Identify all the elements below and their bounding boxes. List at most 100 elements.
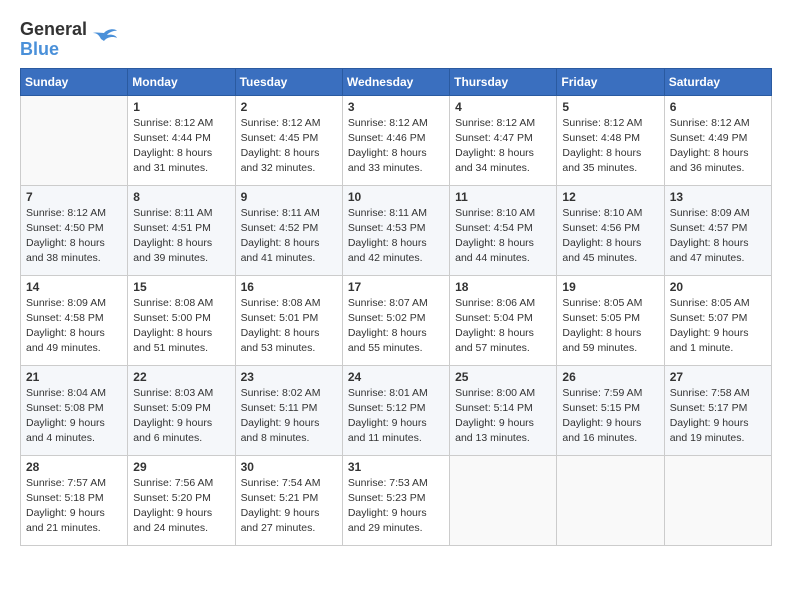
daylight-text-line2: and 38 minutes. [26,251,122,266]
sunrise-text: Sunrise: 8:01 AM [348,386,444,401]
daylight-text-line2: and 8 minutes. [241,431,337,446]
day-info: Sunrise: 8:11 AMSunset: 4:52 PMDaylight:… [241,206,337,267]
sunrise-text: Sunrise: 8:09 AM [670,206,766,221]
calendar-week-row: 28Sunrise: 7:57 AMSunset: 5:18 PMDayligh… [21,455,772,545]
sunrise-text: Sunrise: 7:56 AM [133,476,229,491]
sunset-text: Sunset: 4:50 PM [26,221,122,236]
sunset-text: Sunset: 5:18 PM [26,491,122,506]
sunrise-text: Sunrise: 8:12 AM [241,116,337,131]
daylight-text-line1: Daylight: 9 hours [348,416,444,431]
day-info: Sunrise: 8:12 AMSunset: 4:47 PMDaylight:… [455,116,551,177]
sunrise-text: Sunrise: 8:12 AM [348,116,444,131]
calendar-day-cell: 1Sunrise: 8:12 AMSunset: 4:44 PMDaylight… [128,95,235,185]
day-info: Sunrise: 8:12 AMSunset: 4:44 PMDaylight:… [133,116,229,177]
calendar-day-cell: 29Sunrise: 7:56 AMSunset: 5:20 PMDayligh… [128,455,235,545]
calendar-day-cell: 30Sunrise: 7:54 AMSunset: 5:21 PMDayligh… [235,455,342,545]
calendar-day-cell: 26 Sunrise: 7:59 AMSunset: 5:15 PMDayligh… [557,365,664,455]
day-number: 14 [26,280,122,294]
day-info: Sunrise: 7:53 AMSunset: 5:23 PMDaylight:… [348,476,444,537]
sunset-text: Sunset: 5:11 PM [241,401,337,416]
calendar-day-cell: 16Sunrise: 8:08 AMSunset: 5:01 PMDayligh… [235,275,342,365]
day-number: 7 [26,190,122,204]
weekday-header: Thursday [450,68,557,95]
daylight-text-line1: Daylight: 8 hours [455,146,551,161]
daylight-text-line1: Daylight: 9 hours [241,416,337,431]
calendar-day-cell: 4 Sunrise: 8:12 AMSunset: 4:47 PMDaylight… [450,95,557,185]
sunset-text: Sunset: 5:12 PM [348,401,444,416]
day-number: 30 [241,460,337,474]
sunset-text: Sunset: 5:15 PM [562,401,658,416]
sunrise-text: Sunrise: 8:00 AM [455,386,551,401]
daylight-text-line2: and 11 minutes. [348,431,444,446]
calendar-day-cell: 28Sunrise: 7:57 AMSunset: 5:18 PMDayligh… [21,455,128,545]
day-number: 4 [455,100,551,114]
day-number: 8 [133,190,229,204]
day-number: 26 [562,370,658,384]
sunrise-text: Sunrise: 8:12 AM [670,116,766,131]
calendar-day-cell: 10Sunrise: 8:11 AMSunset: 4:53 PMDayligh… [342,185,449,275]
daylight-text-line2: and 19 minutes. [670,431,766,446]
sunset-text: Sunset: 5:21 PM [241,491,337,506]
calendar-table: SundayMondayTuesdayWednesdayThursdayFrid… [20,68,772,546]
day-number: 18 [455,280,551,294]
calendar-day-cell: 27Sunrise: 7:58 AMSunset: 5:17 PMDayligh… [664,365,771,455]
sunset-text: Sunset: 5:07 PM [670,311,766,326]
day-info: Sunrise: 8:08 AMSunset: 5:01 PMDaylight:… [241,296,337,357]
sunrise-text: Sunrise: 8:05 AM [670,296,766,311]
daylight-text-line1: Daylight: 9 hours [26,416,122,431]
day-number: 11 [455,190,551,204]
day-info: Sunrise: 8:12 AMSunset: 4:49 PMDaylight:… [670,116,766,177]
sunrise-text: Sunrise: 8:03 AM [133,386,229,401]
sunrise-text: Sunrise: 7:53 AM [348,476,444,491]
day-number: 29 [133,460,229,474]
sunset-text: Sunset: 4:44 PM [133,131,229,146]
weekday-header: Saturday [664,68,771,95]
daylight-text-line1: Daylight: 8 hours [562,236,658,251]
day-info: Sunrise: 8:10 AMSunset: 4:54 PMDaylight:… [455,206,551,267]
sunset-text: Sunset: 4:51 PM [133,221,229,236]
calendar-day-cell: 3Sunrise: 8:12 AMSunset: 4:46 PMDaylight… [342,95,449,185]
calendar-day-cell: 6Sunrise: 8:12 AMSunset: 4:49 PMDaylight… [664,95,771,185]
day-number: 23 [241,370,337,384]
sunset-text: Sunset: 4:58 PM [26,311,122,326]
daylight-text-line2: and 57 minutes. [455,341,551,356]
day-info: Sunrise: 8:05 AMSunset: 5:05 PMDaylight:… [562,296,658,357]
daylight-text-line2: and 27 minutes. [241,521,337,536]
sunset-text: Sunset: 4:53 PM [348,221,444,236]
sunrise-text: Sunrise: 8:09 AM [26,296,122,311]
calendar-day-cell: 14Sunrise: 8:09 AMSunset: 4:58 PMDayligh… [21,275,128,365]
day-info: Sunrise: 8:12 AMSunset: 4:50 PMDaylight:… [26,206,122,267]
day-number: 24 [348,370,444,384]
sunrise-text: Sunrise: 8:12 AM [26,206,122,221]
day-number: 3 [348,100,444,114]
sunrise-text: Sunrise: 8:06 AM [455,296,551,311]
calendar-day-cell: 8Sunrise: 8:11 AMSunset: 4:51 PMDaylight… [128,185,235,275]
sunrise-text: Sunrise: 7:59 AM [562,386,658,401]
day-number: 2 [241,100,337,114]
daylight-text-line1: Daylight: 8 hours [562,326,658,341]
day-number: 10 [348,190,444,204]
day-info: Sunrise: 8:03 AMSunset: 5:09 PMDaylight:… [133,386,229,447]
daylight-text-line1: Daylight: 8 hours [26,236,122,251]
daylight-text-line2: and 33 minutes. [348,161,444,176]
sunrise-text: Sunrise: 8:10 AM [562,206,658,221]
daylight-text-line1: Daylight: 9 hours [562,416,658,431]
daylight-text-line2: and 41 minutes. [241,251,337,266]
daylight-text-line1: Daylight: 8 hours [133,236,229,251]
day-info: Sunrise: 7:59 AMSunset: 5:15 PMDaylight:… [562,386,658,447]
daylight-text-line2: and 13 minutes. [455,431,551,446]
logo-bird-icon [89,25,119,55]
daylight-text-line1: Daylight: 8 hours [241,236,337,251]
daylight-text-line1: Daylight: 8 hours [455,326,551,341]
day-info: Sunrise: 8:12 AMSunset: 4:48 PMDaylight:… [562,116,658,177]
day-info: Sunrise: 8:02 AMSunset: 5:11 PMDaylight:… [241,386,337,447]
sunset-text: Sunset: 4:46 PM [348,131,444,146]
calendar-day-cell: 2Sunrise: 8:12 AMSunset: 4:45 PMDaylight… [235,95,342,185]
calendar-day-cell: 22Sunrise: 8:03 AMSunset: 5:09 PMDayligh… [128,365,235,455]
logo: GeneralBlue [20,20,119,60]
day-info: Sunrise: 8:05 AMSunset: 5:07 PMDaylight:… [670,296,766,357]
sunrise-text: Sunrise: 7:58 AM [670,386,766,401]
calendar-day-cell: 13Sunrise: 8:09 AMSunset: 4:57 PMDayligh… [664,185,771,275]
daylight-text-line1: Daylight: 8 hours [562,146,658,161]
daylight-text-line2: and 32 minutes. [241,161,337,176]
